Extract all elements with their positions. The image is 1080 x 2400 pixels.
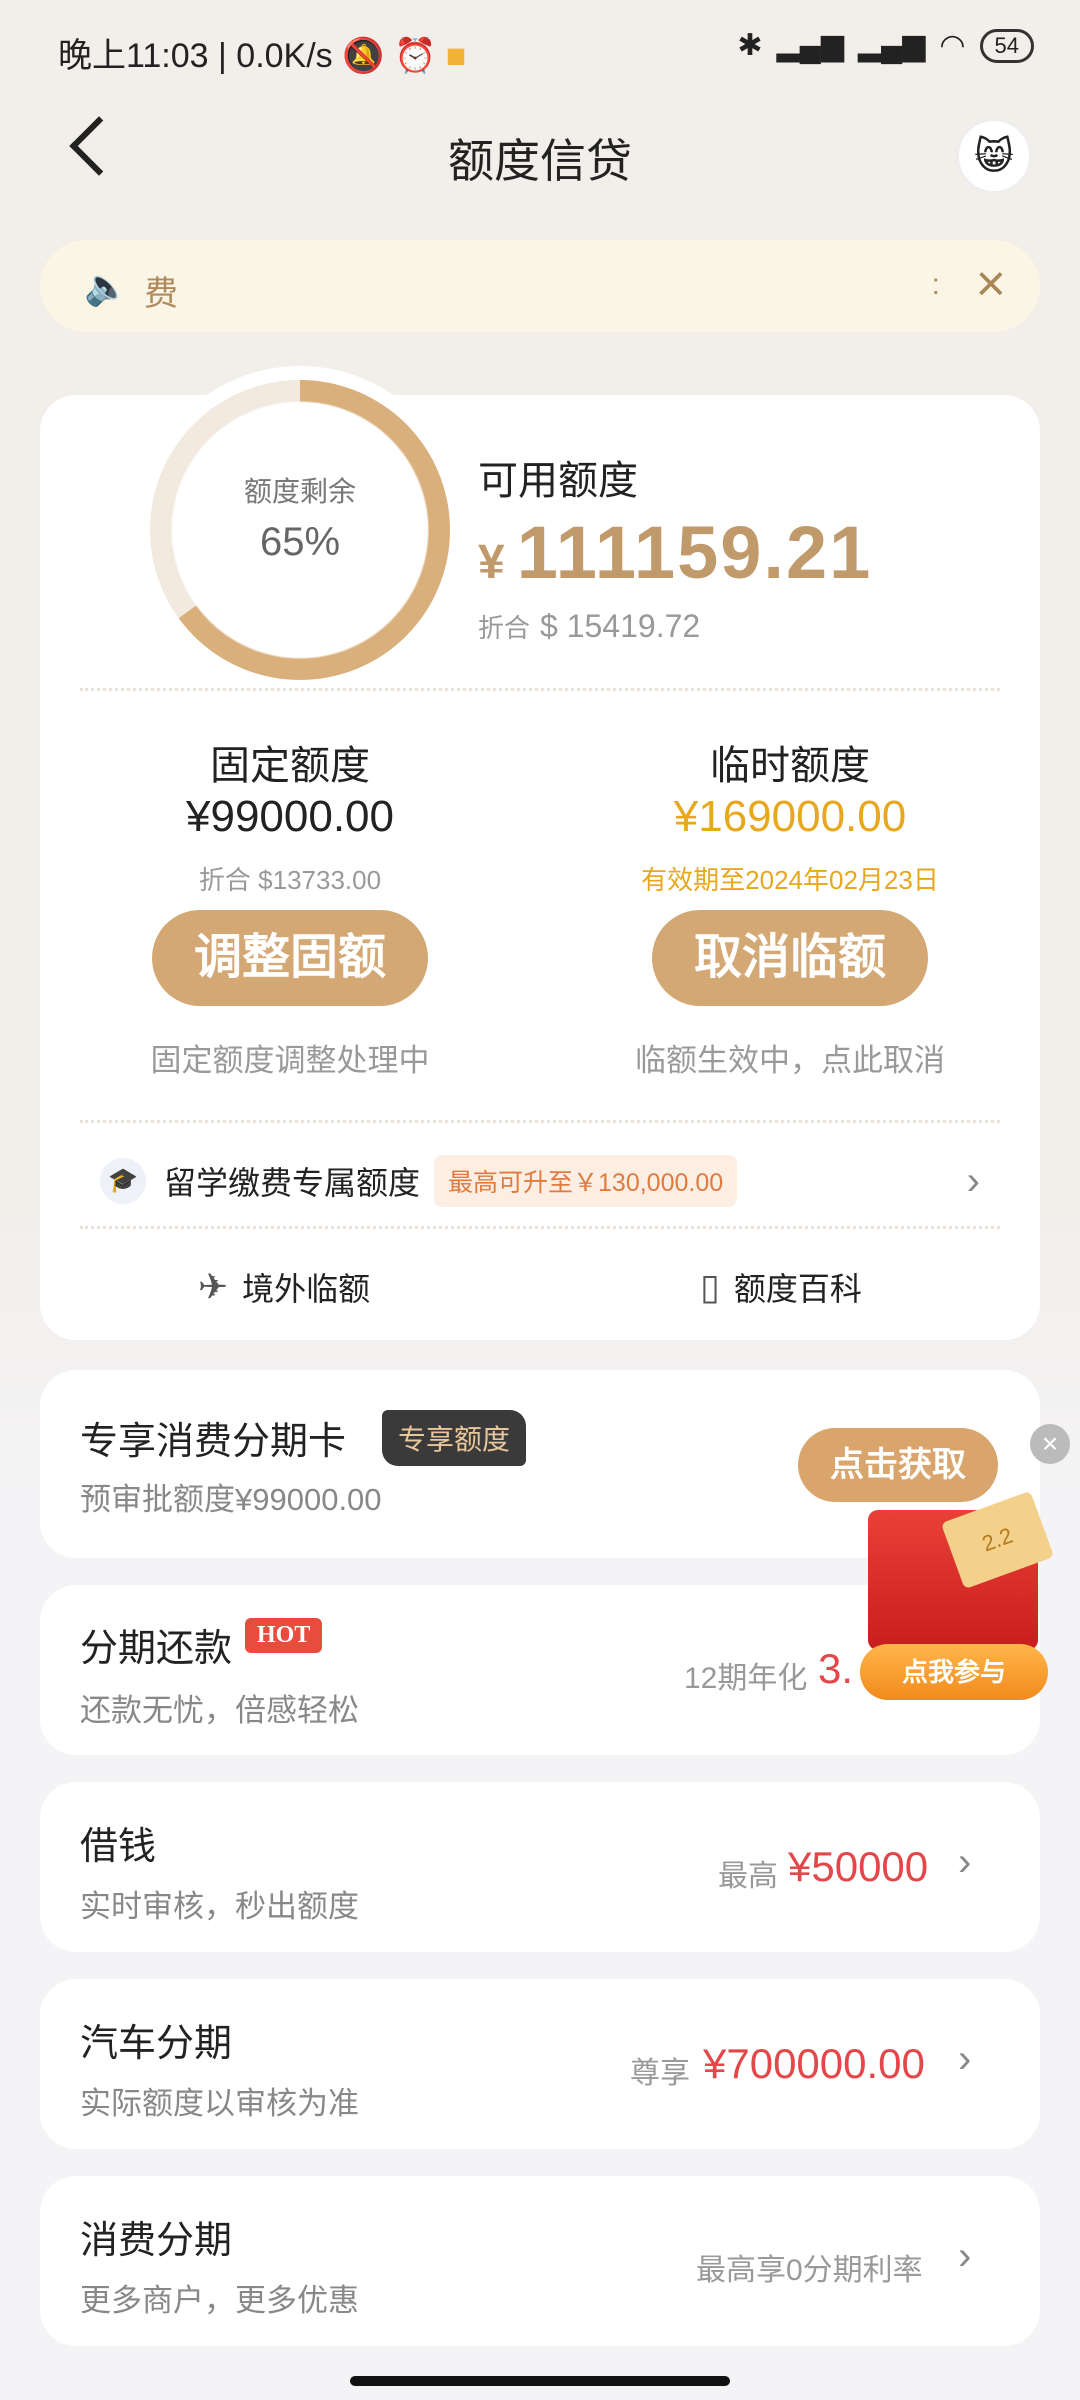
study-quota-badge: 最高可升至￥130,000.00 <box>434 1155 738 1207</box>
borrow-title: 借钱 <box>80 1826 157 1868</box>
available-converted: 折合 $ 15419.72 <box>478 608 700 645</box>
wifi-icon: ◠ <box>939 29 966 62</box>
car-right-value: ¥700000.00 <box>703 2040 925 2087</box>
consume-sub: 更多商户，更多优惠 <box>80 2283 359 2318</box>
adjust-fixed-button[interactable]: 调整固额 <box>152 910 428 1006</box>
chevron-right-icon: › <box>958 2037 972 2081</box>
divider <box>80 1120 1000 1123</box>
fixed-quota-amount: ¥99000.00 <box>186 792 394 841</box>
close-icon[interactable]: × <box>976 254 1006 314</box>
app-notification-icon: ■ <box>445 37 467 75</box>
status-bar-time: 晚上11:03 | 0.0K/s 🔕 ⏰ ■ <box>58 37 467 75</box>
installment-right-value: 3. <box>818 1645 854 1692</box>
notice-trailing: : <box>931 268 940 301</box>
converted-amount: $ 15419.72 <box>540 608 701 644</box>
bluetooth-icon: ✱ <box>737 29 763 62</box>
consume-title: 消费分期 <box>80 2220 233 2262</box>
temp-quota-amount: ¥169000.00 <box>673 792 907 841</box>
close-icon[interactable]: × <box>1030 1424 1070 1464</box>
consume-right-text: 最高享0分期利率 <box>696 2254 923 2287</box>
study-quota-row[interactable]: 🎓 留学缴费专属额度 最高可升至￥130,000.00 › <box>100 1154 980 1208</box>
quota-wiki-link[interactable]: ▯ 额度百科 <box>700 1264 862 1310</box>
notice-text: 费 <box>144 275 178 313</box>
installment-title: 分期还款 <box>80 1628 233 1670</box>
borrow-right-value: ¥50000 <box>788 1843 929 1890</box>
overseas-temp-quota-link[interactable]: ✈ 境外临额 <box>198 1264 370 1310</box>
divider <box>80 688 1000 691</box>
speaker-icon: 🔈 <box>84 266 129 307</box>
car-right-label: 尊享 <box>630 2057 690 2090</box>
mute-icon: 🔕 <box>342 37 385 75</box>
avatar[interactable]: 😸 <box>956 118 1032 194</box>
fixed-quota-title: 固定额度 <box>210 744 370 788</box>
divider <box>80 1226 1000 1229</box>
installment-sub: 还款无忧，倍感轻松 <box>80 1693 359 1728</box>
plane-globe-icon: ✈ <box>198 1266 229 1307</box>
converted-prefix: 折合 <box>478 613 531 643</box>
mascot-icon: 😸 <box>974 135 1014 178</box>
book-icon: ▯ <box>700 1266 720 1307</box>
promo-get-button[interactable]: 点击获取 <box>798 1428 998 1502</box>
signal-icon: ▂▄▆ <box>776 29 844 62</box>
battery-indicator: 54 <box>979 28 1034 63</box>
temp-quota-title: 临时额度 <box>710 744 870 788</box>
currency-symbol: ¥ <box>478 536 507 589</box>
page-title: 额度信贷 <box>448 135 632 187</box>
car-sub: 实际额度以审核为准 <box>80 2086 359 2121</box>
exclusive-card-title: 专享消费分期卡 <box>80 1421 347 1463</box>
car-title: 汽车分期 <box>80 2023 233 2065</box>
status-bar-icons: ✱ ▂▄▆ ▂▄▆ ◠ 54 <box>737 28 1034 63</box>
exclusive-tag: 专享额度 <box>382 1410 527 1466</box>
notice-bar[interactable]: 🔈 费 : × <box>40 240 1040 332</box>
chevron-right-icon: › <box>958 1840 972 1884</box>
graduation-cap-icon: 🎓 <box>100 1158 146 1204</box>
study-quota-label: 留学缴费专属额度 <box>164 1165 421 1201</box>
wiki-label: 额度百科 <box>733 1271 862 1307</box>
chevron-right-icon: › <box>958 2234 972 2278</box>
installment-right-label: 12期年化 <box>684 1662 808 1695</box>
temp-quota-expiry: 有效期至2024年02月23日 <box>641 865 939 895</box>
home-indicator[interactable] <box>350 2376 730 2386</box>
chevron-right-icon: › <box>966 1158 980 1203</box>
donut-label: 额度剩余 <box>243 476 356 507</box>
alarm-icon: ⏰ <box>393 37 437 75</box>
borrow-right-label: 最高 <box>718 1860 778 1893</box>
available-label: 可用额度 <box>478 459 638 503</box>
fixed-quota-converted: 折合 $13733.00 <box>198 865 382 895</box>
hot-badge: HOT <box>245 1618 323 1653</box>
signal-icon: ▂▄▆ <box>857 29 926 62</box>
exclusive-card-sub: 预审批额度¥99000.00 <box>80 1482 382 1517</box>
available-amount-value: 111159.21 <box>516 511 873 594</box>
fixed-quota-note: 固定额度调整处理中 <box>150 1043 430 1078</box>
overseas-label: 境外临额 <box>242 1271 371 1307</box>
cancel-temp-button[interactable]: 取消临额 <box>652 910 928 1006</box>
available-amount: ¥111159.21 <box>478 510 872 595</box>
temp-quota-note[interactable]: 临额生效中，点此取消 <box>560 1035 1020 1080</box>
promo-join-button[interactable]: 点我参与 <box>860 1644 1048 1700</box>
donut-value: 65% <box>259 520 341 564</box>
borrow-sub: 实时审核，秒出额度 <box>80 1889 359 1924</box>
